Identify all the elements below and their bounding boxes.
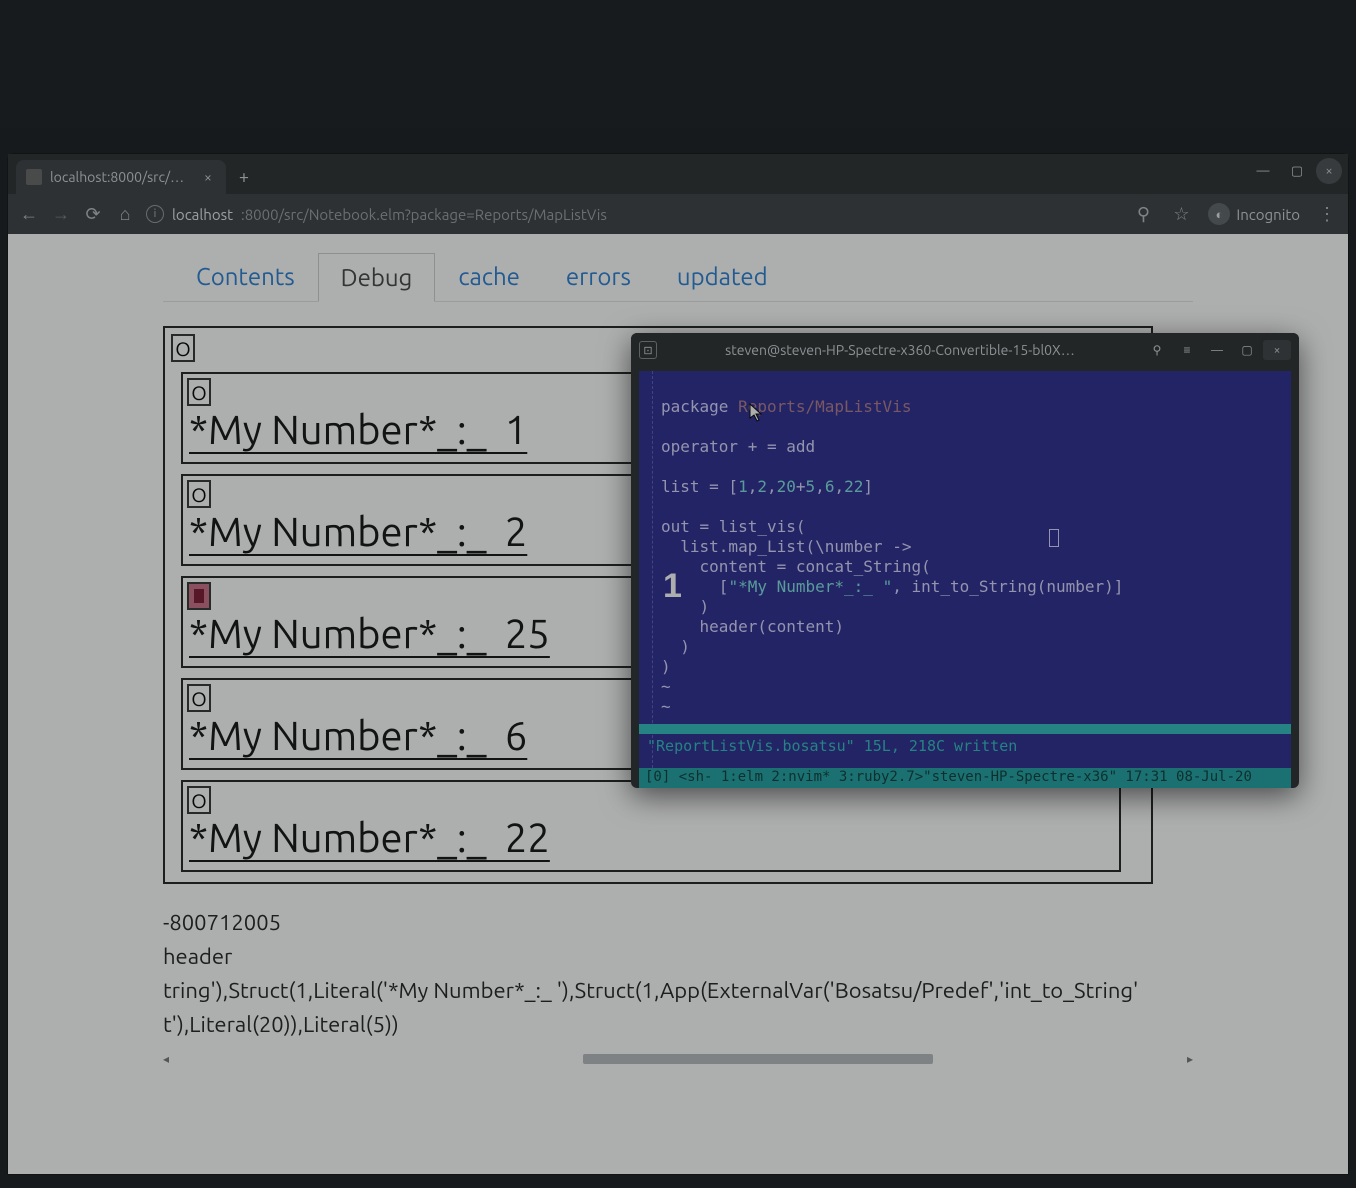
bookmark-icon[interactable]: ☆ [1170, 203, 1192, 225]
footer-line: t'),Literal(20)),Literal(5)) [163, 1008, 1193, 1042]
back-button[interactable]: ← [18, 203, 40, 225]
site-info-icon[interactable]: i [146, 205, 164, 223]
browser-tabstrip: localhost:8000/src/Note… × + — ▢ × [8, 154, 1348, 194]
maximize-button[interactable]: ▢ [1233, 340, 1261, 360]
status-badge: O [187, 480, 211, 508]
mouse-cursor-icon [749, 403, 763, 423]
url-path: :8000/src/Notebook.elm?package=Reports/M… [241, 206, 607, 223]
tmux-statusline: [0] <sh- 1:elm 2:nvim* 3:ruby2.7>"steven… [639, 768, 1291, 788]
tab-errors[interactable]: errors [543, 252, 654, 301]
close-window-button[interactable]: × [1316, 158, 1342, 184]
tab-title: localhost:8000/src/Note… [50, 169, 192, 185]
close-button[interactable]: × [1263, 340, 1291, 360]
minimize-button[interactable]: — [1203, 340, 1231, 360]
tab-favicon-icon [26, 169, 42, 185]
status-badge: O [171, 334, 195, 362]
status-badge: O [187, 684, 211, 712]
url-host: localhost [172, 206, 233, 223]
hamburger-menu-icon[interactable]: ≡ [1173, 340, 1201, 360]
terminal-window-controls: ⚲ ≡ — ▢ × [1143, 340, 1291, 360]
address-bar[interactable]: i localhost :8000/src/Notebook.elm?packag… [146, 205, 1122, 223]
close-icon[interactable]: × [200, 169, 216, 185]
search-icon[interactable]: ⚲ [1143, 340, 1171, 360]
scrollbar-thumb[interactable] [583, 1054, 933, 1064]
tab-debug[interactable]: Debug [318, 253, 436, 302]
footer-line: header [163, 940, 1193, 974]
window-controls: — ▢ × [1248, 158, 1342, 184]
terminal-app-icon: ⊡ [639, 341, 657, 359]
maximize-button[interactable]: ▢ [1282, 158, 1312, 184]
output-row: O *My Number*_:_ 22 [181, 780, 1121, 872]
terminal-titlebar[interactable]: ⊡ steven@steven-HP-Spectre-x360-Converti… [631, 333, 1299, 367]
status-badge: O [187, 786, 211, 814]
status-badge: O [187, 378, 211, 406]
reload-button[interactable]: ⟳ [82, 203, 104, 225]
browser-toolbar: ← → ⟳ ⌂ i localhost :8000/src/Notebook.el… [8, 194, 1348, 234]
debug-footer: -800712005 header tring'),Struct(1,Liter… [163, 906, 1193, 1042]
tab-contents[interactable]: Contents [173, 252, 318, 301]
incognito-indicator[interactable]: ◐ Incognito [1208, 203, 1300, 225]
terminal-window: ⊡ steven@steven-HP-Spectre-x360-Converti… [631, 333, 1299, 788]
terminal-body[interactable]: package package Reports/MapListVisReport… [639, 371, 1291, 788]
home-button[interactable]: ⌂ [114, 203, 136, 225]
tab-cache[interactable]: cache [435, 252, 543, 301]
footer-line: tring'),Struct(1,Literal('*My Number*_:_… [163, 974, 1193, 1008]
new-tab-button[interactable]: + [230, 163, 258, 191]
footer-line: -800712005 [163, 906, 1193, 940]
editor-cursor-icon [1049, 529, 1059, 547]
vim-message: "ReportListVis.bosatsu" 15L, 218C writte… [647, 737, 1291, 756]
toolbar-right: ⚲ ☆ ◐ Incognito ⋮ [1132, 203, 1338, 225]
editor-lines: package package Reports/MapListVisReport… [661, 377, 1283, 737]
terminal-title: steven@steven-HP-Spectre-x360-Convertibl… [667, 342, 1133, 358]
incognito-icon: ◐ [1208, 203, 1230, 225]
vim-statusline [639, 724, 1291, 734]
kebab-menu-icon[interactable]: ⋮ [1316, 203, 1338, 225]
forward-button[interactable]: → [50, 203, 72, 225]
notebook-tabs: Contents Debug cache errors updated [163, 252, 1193, 302]
overlay-numeral: 1 [663, 565, 682, 608]
row-text: *My Number*_:_ 22 [185, 814, 1117, 868]
tab-updated[interactable]: updated [654, 252, 791, 301]
minimize-button[interactable]: — [1248, 158, 1278, 184]
incognito-label: Incognito [1236, 206, 1300, 223]
zoom-icon[interactable]: ⚲ [1132, 203, 1154, 225]
browser-tab[interactable]: localhost:8000/src/Note… × [16, 160, 226, 194]
error-badge-icon [187, 582, 211, 610]
horizontal-scrollbar[interactable] [163, 1052, 1193, 1066]
